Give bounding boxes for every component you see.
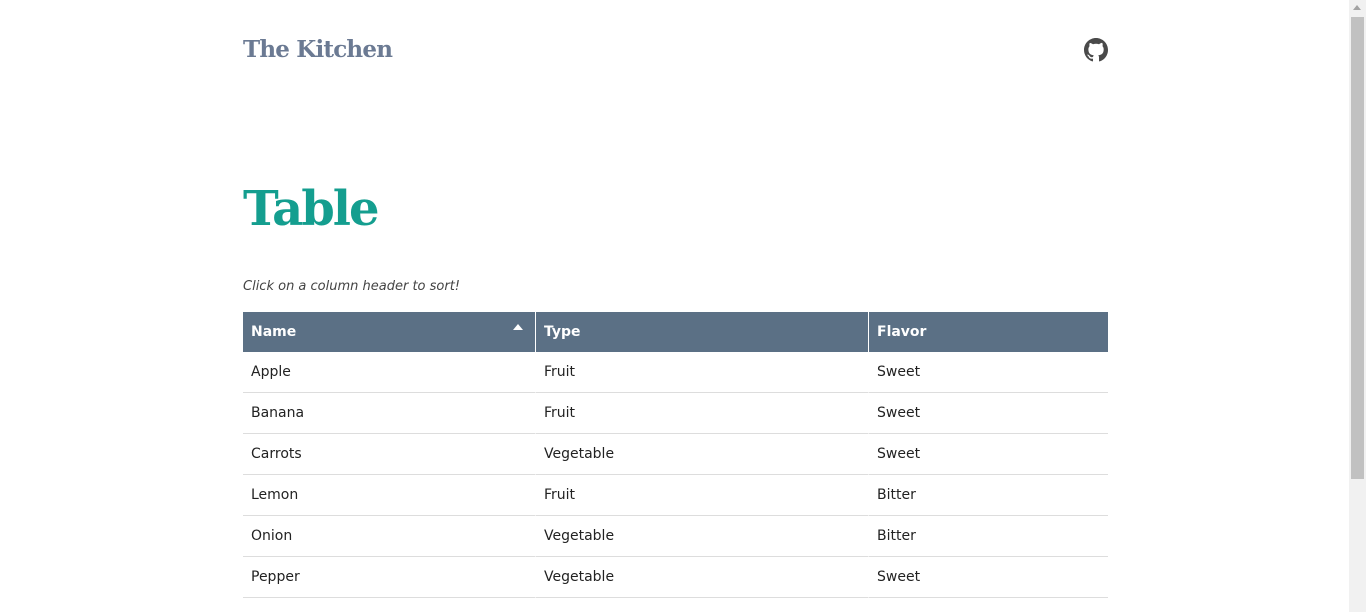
cell-flavor: Bitter (869, 516, 1108, 557)
page-title: Table (243, 181, 380, 237)
cell-type: Vegetable (536, 434, 869, 475)
table-row: Onion Vegetable Bitter (243, 516, 1108, 557)
cell-flavor: Sweet (869, 557, 1108, 598)
column-header-label: Flavor (877, 324, 927, 340)
column-header-type[interactable]: Type (536, 312, 869, 352)
column-header-name[interactable]: Name (243, 312, 536, 352)
cell-type: Fruit (536, 352, 869, 393)
cell-flavor: Bitter (869, 475, 1108, 516)
brand-link[interactable]: The Kitchen (243, 34, 393, 66)
table-row: Lemon Fruit Bitter (243, 475, 1108, 516)
cell-type: Vegetable (536, 557, 869, 598)
vertical-scrollbar[interactable] (1349, 0, 1366, 612)
site-header: The Kitchen (243, 30, 1108, 70)
table-row: Banana Fruit Sweet (243, 393, 1108, 434)
column-header-flavor[interactable]: Flavor (869, 312, 1108, 352)
cell-name: Lemon (243, 475, 536, 516)
cell-name: Pepper (243, 557, 536, 598)
cell-flavor: Sweet (869, 393, 1108, 434)
produce-table: Name Type Flavor Apple Fruit Sweet Banan… (243, 312, 1108, 598)
cell-type: Vegetable (536, 516, 869, 557)
sort-hint: Click on a column header to sort! (243, 279, 461, 294)
cell-flavor: Sweet (869, 352, 1108, 393)
scroll-up-icon[interactable] (1353, 5, 1361, 10)
scrollbar-thumb[interactable] (1351, 17, 1364, 479)
cell-flavor: Sweet (869, 434, 1108, 475)
cell-name: Banana (243, 393, 536, 434)
table-header-row: Name Type Flavor (243, 312, 1108, 352)
table-row: Carrots Vegetable Sweet (243, 434, 1108, 475)
cell-type: Fruit (536, 475, 869, 516)
table-row: Apple Fruit Sweet (243, 352, 1108, 393)
table-row: Pepper Vegetable Sweet (243, 557, 1108, 598)
github-icon (1084, 38, 1108, 62)
cell-name: Carrots (243, 434, 536, 475)
column-header-label: Type (544, 324, 581, 340)
column-header-label: Name (251, 324, 297, 340)
github-link[interactable] (1084, 38, 1108, 62)
cell-name: Onion (243, 516, 536, 557)
cell-name: Apple (243, 352, 536, 393)
sort-ascending-icon (513, 324, 523, 330)
cell-type: Fruit (536, 393, 869, 434)
